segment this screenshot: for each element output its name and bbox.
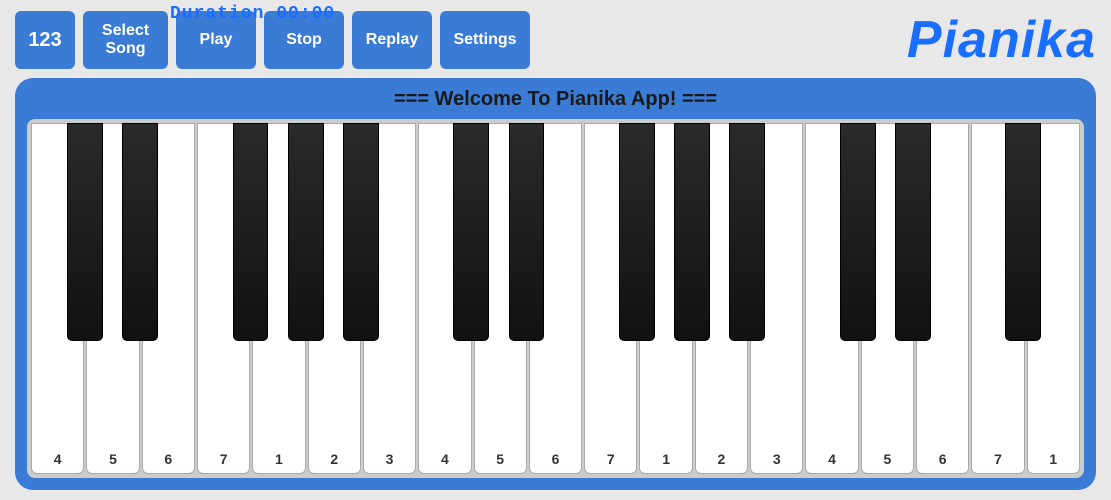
settings-button[interactable]: Settings — [440, 11, 530, 69]
black-key[interactable] — [674, 123, 710, 341]
keys-wrapper: 4567123456712345671 — [31, 123, 1080, 474]
black-key[interactable] — [1005, 123, 1041, 341]
black-key[interactable] — [729, 123, 765, 341]
black-key[interactable] — [619, 123, 655, 341]
number-button[interactable]: 123 — [15, 11, 75, 69]
piano-container: === Welcome To Pianika App! === 45671234… — [15, 78, 1096, 490]
black-key[interactable] — [233, 123, 269, 341]
top-bar: Duration 00:00 123 Select Song Play Stop… — [15, 10, 1096, 70]
welcome-text: === Welcome To Pianika App! === — [27, 88, 1084, 111]
replay-button[interactable]: Replay — [352, 11, 432, 69]
black-key[interactable] — [343, 123, 379, 341]
duration-display: Duration 00:00 — [170, 4, 335, 24]
black-key[interactable] — [67, 123, 103, 341]
black-key[interactable] — [840, 123, 876, 341]
app-title: Pianika — [907, 10, 1096, 70]
black-key[interactable] — [453, 123, 489, 341]
black-key[interactable] — [509, 123, 545, 341]
black-key[interactable] — [288, 123, 324, 341]
select-song-button[interactable]: Select Song — [83, 11, 168, 69]
piano-keyboard: 4567123456712345671 — [27, 119, 1084, 478]
black-key[interactable] — [895, 123, 931, 341]
black-key[interactable] — [122, 123, 158, 341]
